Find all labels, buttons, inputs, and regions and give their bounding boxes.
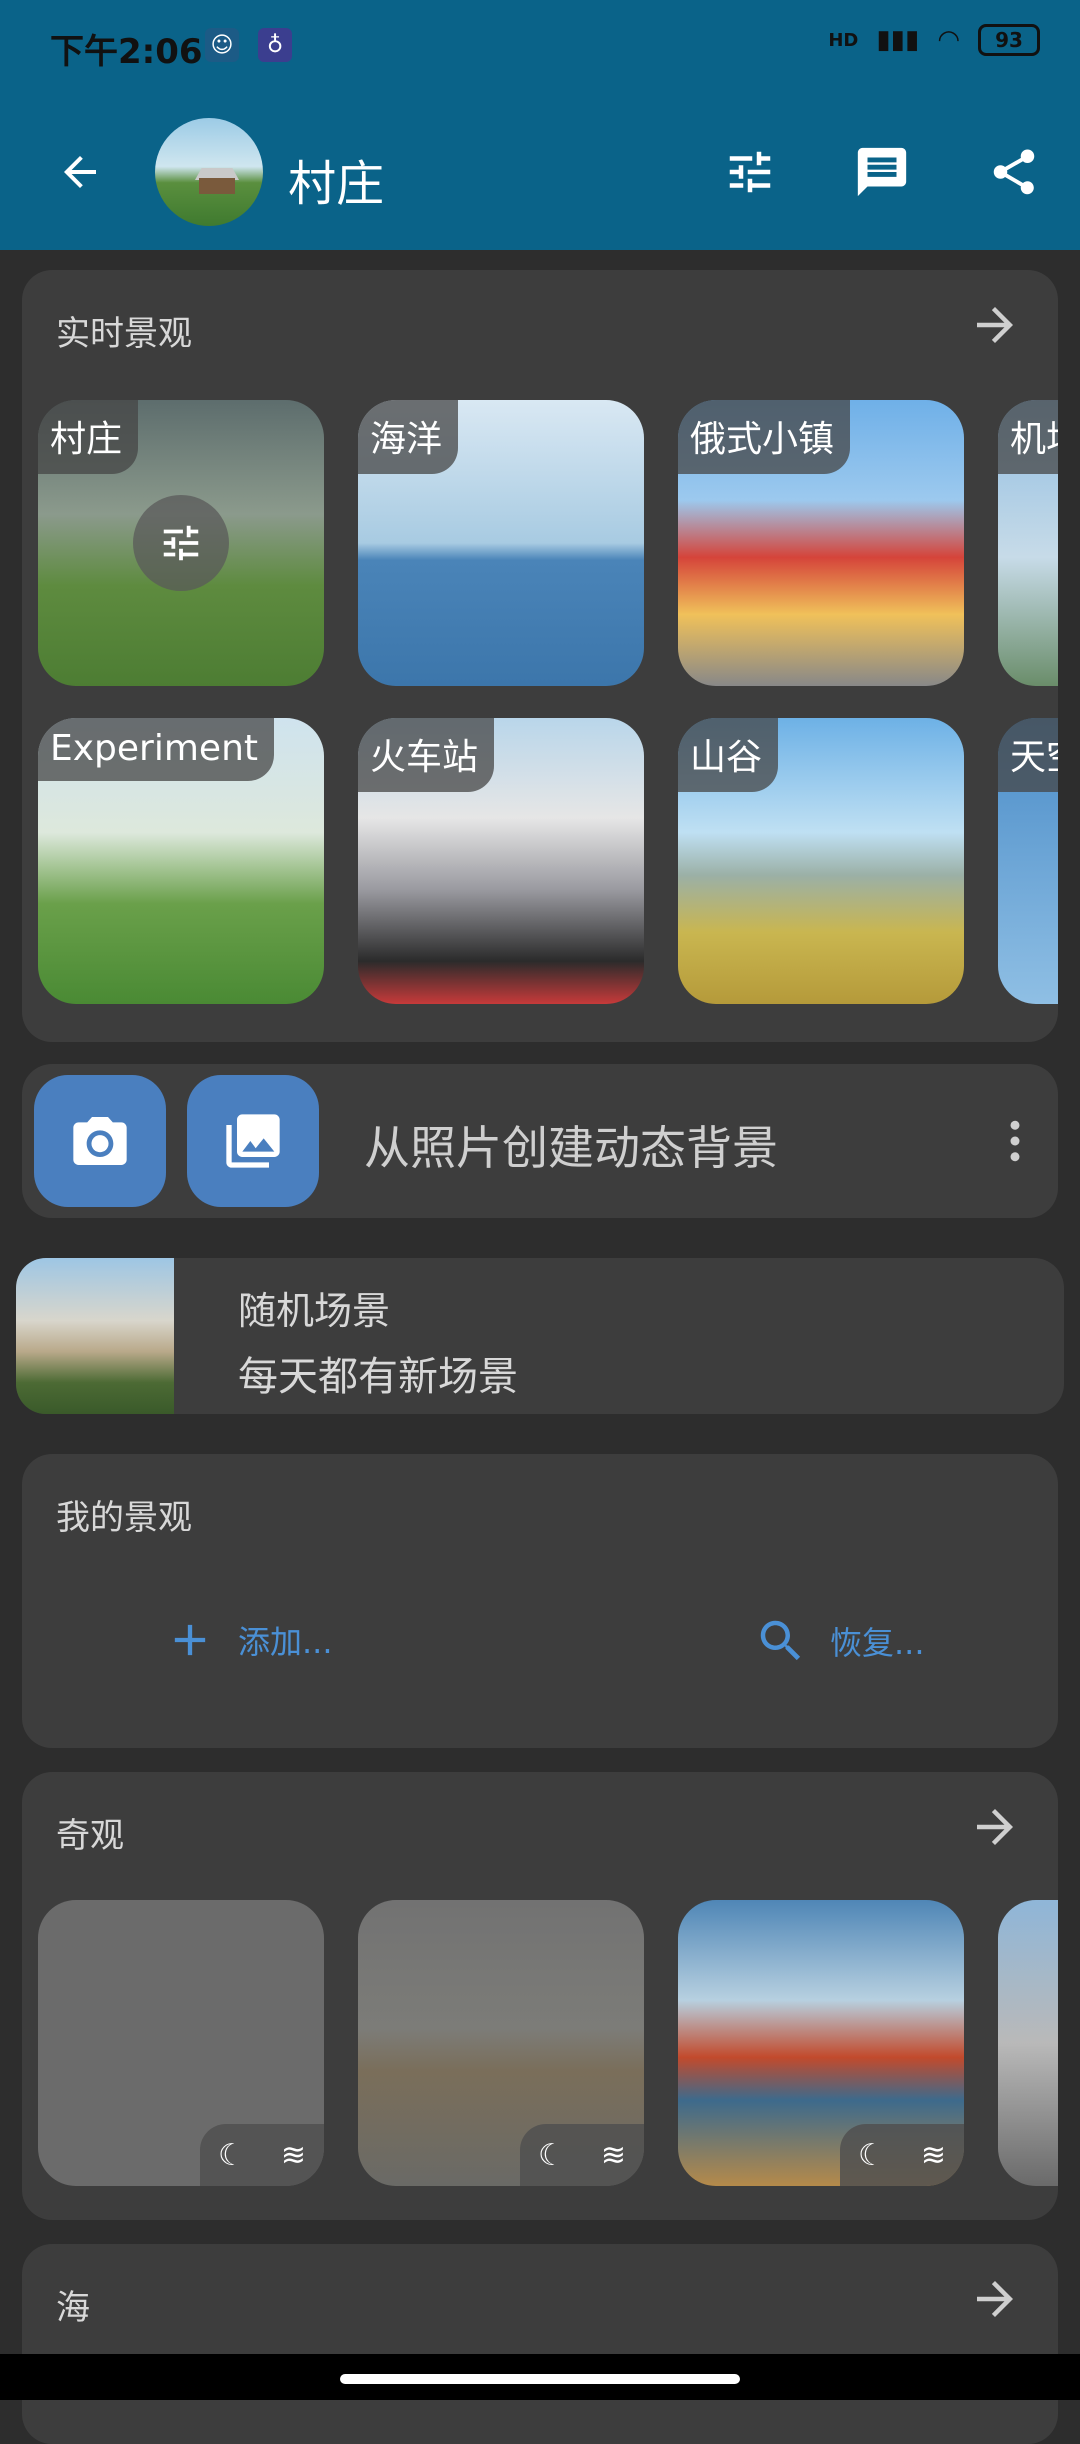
random-scene-thumbnail [16,1258,174,1414]
tile-label: 机场 [998,400,1058,474]
wonder-tile-london[interactable]: ☾ ≋ [358,1900,644,2186]
wonder-badges: ☾ ≋ [840,2124,964,2186]
message-button[interactable] [852,142,912,202]
status-time: 下午2:06 [50,32,203,72]
wonder-tile-city[interactable] [998,1900,1058,2186]
share-button[interactable] [984,142,1044,202]
add-scene-button[interactable]: 添加... [164,1614,333,1666]
tile-label: 火车站 [358,718,495,792]
tile-label: Experiment [38,718,275,781]
home-gesture-bar[interactable] [340,2374,740,2384]
search-icon [760,1620,801,1661]
wonder-tile-placeholder[interactable]: ☾ ≋ [38,1900,324,2186]
camera-icon [73,1117,127,1165]
tune-icon [729,151,771,193]
wonder-tile-golden-gate[interactable]: ☾ ≋ [678,1900,964,2186]
app-notification-icon: ♁ [258,28,292,62]
arrow-forward-icon[interactable] [968,1800,1022,1854]
moon-icon: ☾ [857,2137,885,2173]
settings-button[interactable] [720,142,780,202]
add-label: 添加... [238,1623,333,1661]
sea-card: 海 [22,2244,1058,2444]
wonders-card: 奇观 ☾ ≋ ☾ ≋ ☾ ≋ [22,1772,1058,2220]
restore-scene-button[interactable]: 恢复... [754,1614,925,1668]
section-title-mine: 我的景观 [56,1498,192,1538]
tile-label: 村庄 [38,400,139,474]
scene-tile-village[interactable]: 村庄 [38,400,324,686]
app-notification-icon: ☺ [205,28,239,62]
scene-tile-airport[interactable]: 机场 [998,400,1058,686]
more-vert-icon[interactable] [988,1114,1042,1168]
random-scene-card[interactable]: 随机场景 每天都有新场景 [16,1258,1064,1414]
live-scenes-card: 实时景观 村庄 海洋 俄式小镇 机场 Experiment 火车站 山谷 天空 [22,270,1058,1042]
battery-level: 93 [995,28,1023,52]
scene-avatar[interactable] [155,118,263,226]
add-icon [174,1624,206,1656]
moon-icon: ☾ [217,2137,245,2173]
waves-icon: ≋ [920,2137,946,2173]
tile-label: 俄式小镇 [678,400,851,474]
arrow-forward-icon[interactable] [968,2272,1022,2326]
hd-network-label: HD [828,29,859,51]
back-button[interactable] [50,142,110,202]
scene-tile-russian-town[interactable]: 俄式小镇 [678,400,964,686]
arrow-back-icon [64,156,96,188]
wonder-badges: ☾ ≋ [200,2124,324,2186]
battery-icon: 93 [978,24,1040,56]
tune-icon [163,525,199,561]
scene-tile-ocean[interactable]: 海洋 [358,400,644,686]
tile-label: 海洋 [358,400,459,474]
random-scene-title: 随机场景 [238,1289,391,1333]
tile-label: 山谷 [678,718,779,792]
photo-create-card: 从照片创建动态背景 [22,1064,1058,1218]
moon-icon: ☾ [537,2137,565,2173]
random-scene-subtitle: 每天都有新场景 [238,1354,518,1400]
section-title-wonders: 奇观 [56,1816,124,1856]
wifi-icon: ◠ [937,25,960,55]
wonder-badges: ☾ ≋ [520,2124,644,2186]
my-scenes-card: 我的景观 添加... 恢复... [22,1454,1058,1748]
arrow-forward-icon[interactable] [968,298,1022,352]
section-title-sea: 海 [56,2288,90,2328]
scene-tile-experiment[interactable]: Experiment [38,718,324,1004]
scene-tile-sky[interactable]: 天空 [998,718,1058,1004]
waves-icon: ≋ [600,2137,626,2173]
page-title: 村庄 [288,156,385,212]
app-bar: 村庄 [0,96,1080,250]
signal-icon: ▮▮▮ [876,25,920,55]
message-icon [857,147,907,197]
avatar-house [199,178,235,194]
tile-label: 天空 [998,718,1058,792]
camera-button[interactable] [34,1075,166,1207]
photo-library-icon [226,1114,280,1168]
gallery-button[interactable] [187,1075,319,1207]
section-title-live: 实时景观 [56,314,192,354]
photo-create-label[interactable]: 从照片创建动态背景 [364,1112,778,1178]
tile-settings-button[interactable] [133,495,229,591]
restore-label: 恢复... [830,1624,925,1662]
scene-tile-train-station[interactable]: 火车站 [358,718,644,1004]
status-right: HD ▮▮▮ ◠ 93 [828,24,1040,56]
waves-icon: ≋ [280,2137,306,2173]
status-bar: 下午2:06 ☺ ♁ HD ▮▮▮ ◠ 93 [0,0,1080,96]
share-icon [993,149,1035,195]
scene-tile-valley[interactable]: 山谷 [678,718,964,1004]
